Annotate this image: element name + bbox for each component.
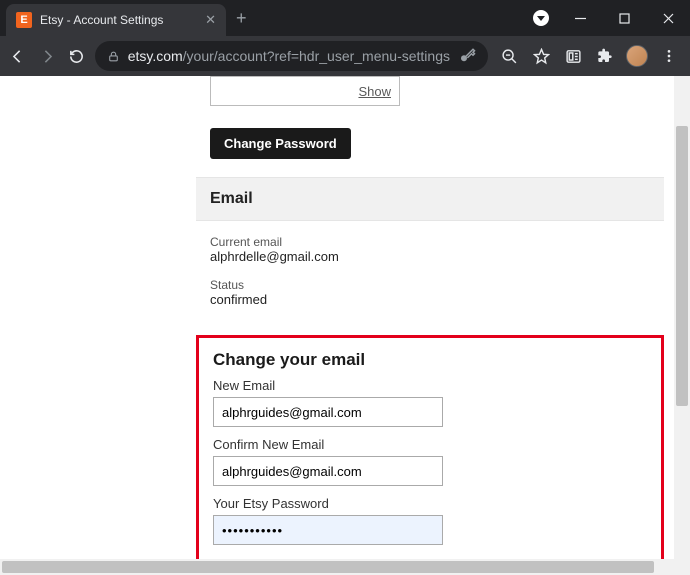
- tab-title: Etsy - Account Settings: [40, 13, 197, 27]
- confirm-email-input[interactable]: [213, 456, 443, 486]
- etsy-password-input[interactable]: [213, 515, 443, 545]
- etsy-password-label: Your Etsy Password: [213, 496, 647, 511]
- minimize-button[interactable]: [558, 0, 602, 36]
- forward-button[interactable]: [36, 41, 60, 71]
- new-email-input[interactable]: [213, 397, 443, 427]
- horizontal-scrollbar[interactable]: [0, 559, 674, 575]
- change-email-title: Change your email: [213, 350, 647, 370]
- key-icon[interactable]: [458, 47, 476, 65]
- status-value: confirmed: [210, 292, 650, 307]
- extensions-icon[interactable]: [590, 41, 620, 71]
- confirm-password-input[interactable]: Show: [210, 76, 400, 106]
- reader-icon[interactable]: [558, 41, 588, 71]
- extension-shield-icon[interactable]: [524, 5, 558, 31]
- url-text: etsy.com/your/account?ref=hdr_user_menu-…: [128, 48, 450, 64]
- browser-tab[interactable]: E Etsy - Account Settings ✕: [6, 4, 226, 36]
- current-email-label: Current email: [210, 235, 650, 249]
- scroll-corner: [674, 559, 690, 575]
- vertical-scroll-thumb[interactable]: [676, 126, 688, 406]
- new-email-label: New Email: [213, 378, 647, 393]
- change-password-button[interactable]: Change Password: [210, 128, 351, 159]
- maximize-button[interactable]: [602, 0, 646, 36]
- email-section-header: Email: [196, 177, 664, 221]
- close-window-button[interactable]: [646, 0, 690, 36]
- horizontal-scroll-thumb[interactable]: [2, 561, 654, 573]
- current-email-value: alphrdelle@gmail.com: [210, 249, 650, 264]
- new-tab-button[interactable]: +: [226, 8, 257, 29]
- bookmark-icon[interactable]: [526, 41, 556, 71]
- menu-icon[interactable]: [654, 41, 684, 71]
- close-tab-icon[interactable]: ✕: [205, 12, 216, 28]
- back-button[interactable]: [6, 41, 30, 71]
- confirm-email-label: Confirm New Email: [213, 437, 647, 452]
- profile-avatar[interactable]: [622, 41, 652, 71]
- window-titlebar: E Etsy - Account Settings ✕ +: [0, 0, 690, 36]
- page-viewport: Show Change Password Email Current email…: [0, 76, 690, 575]
- status-label: Status: [210, 278, 650, 292]
- change-email-section: Change your email New Email Confirm New …: [196, 335, 664, 559]
- email-section-body: Current email alphrdelle@gmail.com Statu…: [196, 221, 664, 335]
- show-password-link[interactable]: Show: [358, 84, 391, 99]
- vertical-scrollbar[interactable]: [674, 76, 690, 559]
- etsy-favicon: E: [16, 12, 32, 28]
- address-bar: etsy.com/your/account?ref=hdr_user_menu-…: [0, 36, 690, 76]
- url-bar[interactable]: etsy.com/your/account?ref=hdr_user_menu-…: [95, 41, 488, 71]
- lock-icon: [107, 50, 120, 63]
- reload-button[interactable]: [65, 41, 89, 71]
- zoom-icon[interactable]: [494, 41, 524, 71]
